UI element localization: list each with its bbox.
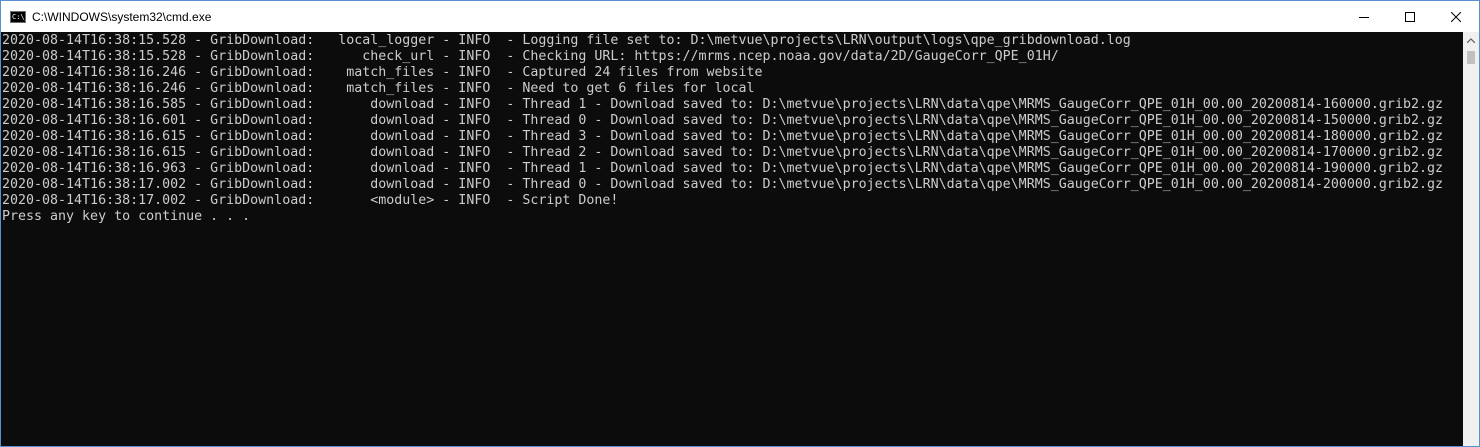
console-output[interactable]: 2020-08-14T16:38:15.528 - GribDownload: … — [1, 32, 1463, 446]
scroll-up-button[interactable] — [1463, 32, 1479, 49]
cmd-window: C:\WINDOWS\system32\cmd.exe 2020-08-14T — [0, 0, 1480, 447]
vertical-scrollbar[interactable] — [1463, 32, 1479, 446]
window-controls — [1341, 1, 1479, 32]
console-line: 2020-08-14T16:38:16.615 - GribDownload: … — [2, 145, 1443, 160]
console-line: 2020-08-14T16:38:16.246 - GribDownload: … — [2, 81, 755, 96]
console-line: 2020-08-14T16:38:15.528 - GribDownload: … — [2, 33, 1131, 48]
title-bar[interactable]: C:\WINDOWS\system32\cmd.exe — [1, 1, 1479, 32]
console-line: 2020-08-14T16:38:16.963 - GribDownload: … — [2, 161, 1443, 176]
console-line: 2020-08-14T16:38:16.601 - GribDownload: … — [2, 113, 1443, 128]
window-title: C:\WINDOWS\system32\cmd.exe — [32, 9, 212, 24]
scroll-thumb[interactable] — [1467, 51, 1475, 64]
chevron-up-icon — [1467, 38, 1475, 43]
close-button[interactable] — [1433, 1, 1479, 32]
cmd-app-icon[interactable] — [10, 10, 29, 23]
minimize-icon — [1359, 16, 1369, 18]
minimize-button[interactable] — [1341, 1, 1387, 32]
console-line: 2020-08-14T16:38:16.615 - GribDownload: … — [2, 129, 1443, 144]
console-line: 2020-08-14T16:38:15.528 - GribDownload: … — [2, 49, 1059, 64]
console-line: 2020-08-14T16:38:16.246 - GribDownload: … — [2, 65, 763, 80]
maximize-icon — [1405, 11, 1415, 22]
console-line: 2020-08-14T16:38:17.002 - GribDownload: … — [2, 193, 619, 208]
close-icon — [1451, 11, 1461, 22]
maximize-button[interactable] — [1387, 1, 1433, 32]
console-line: 2020-08-14T16:38:17.002 - GribDownload: … — [2, 177, 1443, 192]
console-line: 2020-08-14T16:38:16.585 - GribDownload: … — [2, 97, 1443, 112]
console-prompt-line: Press any key to continue . . . — [2, 209, 251, 224]
